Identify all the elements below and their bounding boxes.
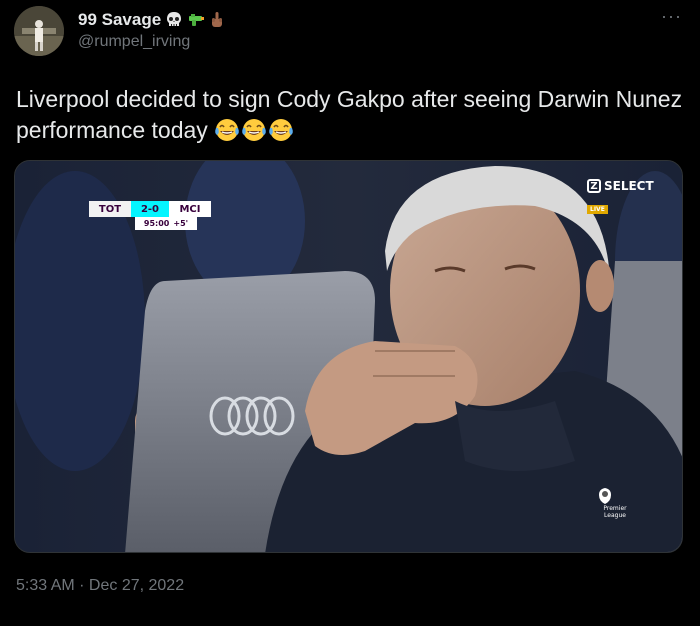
live-badge: LIVE xyxy=(587,205,608,214)
watermark-line2: League xyxy=(604,512,626,519)
broadcaster-logo: Z SELECT xyxy=(587,179,654,193)
author-display-name[interactable]: 99 Savage xyxy=(78,10,161,30)
author-handle[interactable]: @rumpel_irving xyxy=(78,33,225,51)
scoreboard-row: TOT 2-0 MCI xyxy=(89,201,219,217)
tears-of-joy-emoji xyxy=(268,119,293,141)
skull-emoji xyxy=(165,11,183,29)
premier-league-watermark: Premier League xyxy=(597,487,633,519)
water-pistol-emoji xyxy=(187,11,205,29)
tears-of-joy-emoji xyxy=(241,119,266,141)
scoreboard: TOT 2-0 MCI 95:00 +5' xyxy=(89,201,219,230)
tweet: 99 Savage @rumpel_irving ··· Liverpool d… xyxy=(0,0,700,626)
added-time: +5' xyxy=(173,219,189,228)
author-name-row[interactable]: 99 Savage xyxy=(78,10,225,30)
match-clock: 95:00 xyxy=(143,219,170,228)
match-score: 2-0 xyxy=(131,201,169,217)
tweet-emojis xyxy=(214,117,294,143)
match-clock-row: 95:00 +5' xyxy=(135,217,197,230)
avatar[interactable] xyxy=(14,6,64,56)
tweet-text: Liverpool decided to sign Cody Gakpo aft… xyxy=(16,84,686,146)
away-team: MCI xyxy=(169,201,211,217)
middle-finger-emoji xyxy=(209,11,225,29)
broadcaster-name: SELECT xyxy=(604,179,654,193)
more-options-icon[interactable]: ··· xyxy=(661,6,682,27)
tears-of-joy-emoji xyxy=(214,119,239,141)
broadcaster-z-icon: Z xyxy=(587,179,601,193)
home-team: TOT xyxy=(89,201,131,217)
tweet-header: 99 Savage @rumpel_irving xyxy=(78,10,225,51)
watermark-line1: Premier xyxy=(603,505,627,512)
lion-icon xyxy=(599,488,611,504)
avatar-image xyxy=(14,6,64,56)
tweet-media[interactable]: TOT 2-0 MCI 95:00 +5' Z SELECT LIVE Prem… xyxy=(14,160,683,553)
tweet-body: Liverpool decided to sign Cody Gakpo aft… xyxy=(16,86,683,143)
tweet-timestamp[interactable]: 5:33 AM · Dec 27, 2022 xyxy=(16,577,184,595)
